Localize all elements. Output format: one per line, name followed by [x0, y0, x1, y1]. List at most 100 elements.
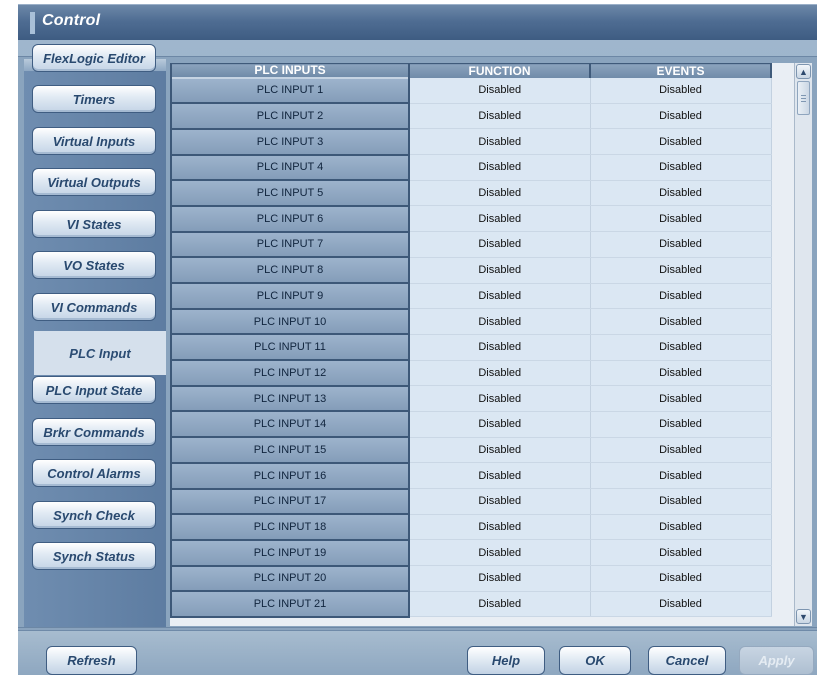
- function-cell[interactable]: Disabled: [409, 565, 591, 592]
- sidebar-item-timers[interactable]: Timers: [32, 85, 156, 113]
- function-cell[interactable]: Disabled: [409, 462, 591, 489]
- sidebar-item-synch-check[interactable]: Synch Check: [32, 501, 156, 529]
- function-cell[interactable]: Disabled: [409, 231, 591, 258]
- sidebar-item-plc-input-state[interactable]: PLC Input State: [32, 376, 156, 404]
- events-cell[interactable]: Disabled: [590, 257, 772, 284]
- events-cell[interactable]: Disabled: [590, 283, 772, 310]
- table-row: PLC INPUT 13 Disabled Disabled: [170, 384, 772, 413]
- events-cell[interactable]: Disabled: [590, 591, 772, 618]
- events-cell[interactable]: Disabled: [590, 308, 772, 335]
- plc-input-name-cell: PLC INPUT 11: [170, 333, 410, 362]
- events-cell[interactable]: Disabled: [590, 103, 772, 130]
- events-cell[interactable]: Disabled: [590, 231, 772, 258]
- function-cell[interactable]: Disabled: [409, 128, 591, 156]
- content-area: FlexLogic Editor Timers Virtual Inputs Virt…: [18, 44, 817, 628]
- function-cell[interactable]: Disabled: [409, 308, 591, 335]
- events-cell[interactable]: Disabled: [590, 539, 772, 567]
- table-row: PLC INPUT 2 Disabled Disabled: [170, 102, 772, 130]
- plc-input-name-cell: PLC INPUT 20: [170, 564, 410, 593]
- plc-input-name-cell: PLC INPUT 21: [170, 590, 410, 618]
- scroll-thumb[interactable]: [797, 81, 810, 115]
- column-header-plc-inputs: PLC INPUTS: [170, 63, 410, 78]
- events-cell[interactable]: Disabled: [590, 514, 772, 541]
- vertical-scrollbar[interactable]: ▲ ▼: [794, 63, 812, 626]
- table-row: PLC INPUT 16 Disabled Disabled: [170, 461, 772, 490]
- table-row: PLC INPUT 9 Disabled Disabled: [170, 282, 772, 310]
- plc-input-name-cell: PLC INPUT 19: [170, 538, 410, 567]
- plc-input-name-cell: PLC INPUT 1: [170, 76, 410, 105]
- sidebar-item-vo-states[interactable]: VO States: [32, 251, 156, 279]
- function-cell[interactable]: Disabled: [409, 77, 591, 104]
- table-row: PLC INPUT 11 Disabled Disabled: [170, 333, 772, 362]
- function-cell[interactable]: Disabled: [409, 488, 591, 515]
- scroll-down-icon[interactable]: ▼: [796, 609, 811, 624]
- scroll-up-icon[interactable]: ▲: [796, 64, 811, 79]
- sidebar: FlexLogic Editor Timers Virtual Inputs Virt…: [24, 44, 166, 627]
- function-cell[interactable]: Disabled: [409, 437, 591, 464]
- function-cell[interactable]: Disabled: [409, 154, 591, 181]
- sidebar-item-vi-states[interactable]: VI States: [32, 210, 156, 238]
- table-row: PLC INPUT 19 Disabled Disabled: [170, 538, 772, 567]
- table-row: PLC INPUT 12 Disabled Disabled: [170, 359, 772, 387]
- plc-input-name-cell: PLC INPUT 14: [170, 410, 410, 439]
- table-row: PLC INPUT 10 Disabled Disabled: [170, 307, 772, 336]
- events-cell[interactable]: Disabled: [590, 437, 772, 464]
- plc-input-name-cell: PLC INPUT 12: [170, 359, 410, 387]
- table-row: PLC INPUT 1 Disabled Disabled: [170, 76, 772, 105]
- events-cell[interactable]: Disabled: [590, 385, 772, 412]
- sidebar-item-virtual-outputs[interactable]: Virtual Outputs: [32, 168, 156, 196]
- plc-input-name-cell: PLC INPUT 9: [170, 282, 410, 310]
- events-cell[interactable]: Disabled: [590, 154, 772, 181]
- plc-input-name-cell: PLC INPUT 13: [170, 384, 410, 413]
- events-cell[interactable]: Disabled: [590, 334, 772, 361]
- function-cell[interactable]: Disabled: [409, 283, 591, 310]
- function-cell[interactable]: Disabled: [409, 205, 591, 233]
- events-cell[interactable]: Disabled: [590, 77, 772, 104]
- events-cell[interactable]: Disabled: [590, 565, 772, 592]
- refresh-button[interactable]: Refresh: [46, 646, 137, 675]
- function-cell[interactable]: Disabled: [409, 514, 591, 541]
- sidebar-item-vi-commands[interactable]: VI Commands: [32, 293, 156, 321]
- sidebar-item-virtual-inputs[interactable]: Virtual Inputs: [32, 127, 156, 155]
- table-row: PLC INPUT 7 Disabled Disabled: [170, 230, 772, 259]
- function-cell[interactable]: Disabled: [409, 334, 591, 361]
- events-cell[interactable]: Disabled: [590, 488, 772, 515]
- plc-input-name-cell: PLC INPUT 3: [170, 127, 410, 156]
- function-cell[interactable]: Disabled: [409, 385, 591, 412]
- events-cell[interactable]: Disabled: [590, 360, 772, 387]
- table-row: PLC INPUT 6 Disabled Disabled: [170, 204, 772, 233]
- plc-input-table: PLC INPUTS FUNCTION EVENTS PLC INPUT 1 Di…: [170, 63, 772, 618]
- sidebar-item-brkr-commands[interactable]: Brkr Commands: [32, 418, 156, 446]
- sidebar-item-synch-status[interactable]: Synch Status: [32, 542, 156, 570]
- table-body: PLC INPUT 1 Disabled Disabled PLC INPUT 2 Di…: [170, 76, 772, 618]
- events-cell[interactable]: Disabled: [590, 205, 772, 233]
- function-cell[interactable]: Disabled: [409, 257, 591, 284]
- table-row: PLC INPUT 17 Disabled Disabled: [170, 487, 772, 516]
- function-cell[interactable]: Disabled: [409, 103, 591, 130]
- title-accent: [30, 12, 35, 34]
- events-cell[interactable]: Disabled: [590, 462, 772, 489]
- events-cell[interactable]: Disabled: [590, 128, 772, 156]
- help-button[interactable]: Help: [467, 646, 545, 675]
- table-row: PLC INPUT 18 Disabled Disabled: [170, 513, 772, 541]
- ok-button[interactable]: OK: [559, 646, 631, 675]
- function-cell[interactable]: Disabled: [409, 591, 591, 618]
- function-cell[interactable]: Disabled: [409, 360, 591, 387]
- plc-input-name-cell: PLC INPUT 16: [170, 461, 410, 490]
- table-row: PLC INPUT 14 Disabled Disabled: [170, 410, 772, 439]
- events-cell[interactable]: Disabled: [590, 180, 772, 207]
- column-header-events: EVENTS: [589, 63, 772, 78]
- function-cell[interactable]: Disabled: [409, 411, 591, 438]
- table-row: PLC INPUT 15 Disabled Disabled: [170, 436, 772, 464]
- cancel-button[interactable]: Cancel: [648, 646, 726, 675]
- plc-input-name-cell: PLC INPUT 15: [170, 436, 410, 464]
- main-panel: FlexLogic Editor Timers Virtual Inputs Virt…: [18, 40, 817, 630]
- sidebar-item-plc-input[interactable]: PLC Input: [34, 331, 166, 375]
- sidebar-item-control-alarms[interactable]: Control Alarms: [32, 459, 156, 487]
- sidebar-item-flexlogic-editor[interactable]: FlexLogic Editor: [32, 44, 156, 72]
- function-cell[interactable]: Disabled: [409, 539, 591, 567]
- events-cell[interactable]: Disabled: [590, 411, 772, 438]
- function-cell[interactable]: Disabled: [409, 180, 591, 207]
- plc-input-name-cell: PLC INPUT 10: [170, 307, 410, 336]
- window-title: Control: [42, 12, 101, 29]
